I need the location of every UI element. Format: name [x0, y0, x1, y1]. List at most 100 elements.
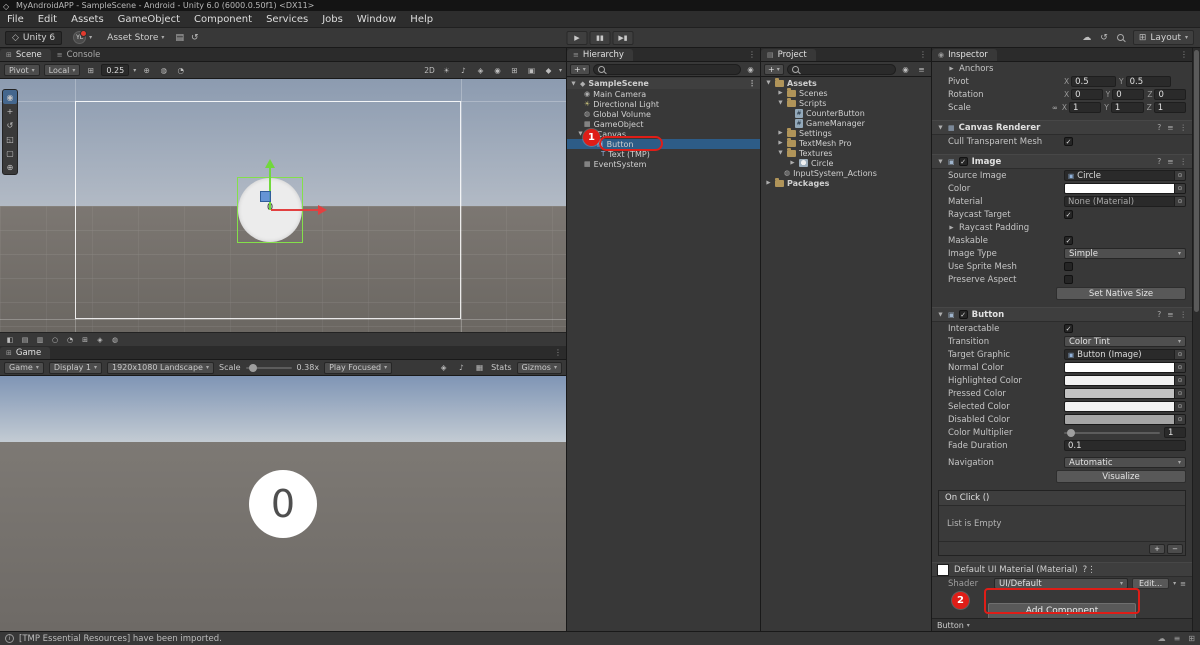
material-field[interactable]: None (Material) ⊙ — [1064, 196, 1186, 207]
normal-color-field[interactable]: ⊙ — [1064, 362, 1186, 373]
game-mode-dropdown[interactable]: Game▾ — [4, 362, 44, 374]
highlighted-color-field[interactable]: ⊙ — [1064, 375, 1186, 386]
stats-toggle[interactable]: Stats — [491, 363, 511, 372]
object-picker-icon[interactable]: ⊙ — [1174, 350, 1185, 359]
project-item-textmesh-pro[interactable]: ▶ TextMesh Pro — [761, 138, 931, 148]
mute-audio-icon[interactable]: ♪ — [455, 362, 468, 374]
expand-arrow[interactable]: ▶ — [777, 140, 784, 146]
fade-duration-field[interactable]: 0.1 — [1064, 440, 1186, 451]
hierarchy-pick-icon[interactable]: ◉ — [744, 63, 757, 75]
effects-dropdown[interactable]: ◈ — [474, 64, 487, 76]
eyedropper-icon[interactable]: ⊙ — [1174, 184, 1185, 193]
remove-listener-button[interactable]: − — [1167, 544, 1183, 554]
canvas-renderer-header[interactable]: ▼ ▦ Canvas Renderer ?≡⋮ — [932, 120, 1192, 135]
project-item-settings[interactable]: ▶ Settings — [761, 128, 931, 138]
create-object-button[interactable]: +▾ — [570, 64, 590, 75]
eyedropper-icon[interactable]: ⊙ — [1174, 402, 1185, 411]
rotation-y-field[interactable]: 0 — [1112, 89, 1144, 100]
image-component-header[interactable]: ▼ ▣ ✓ Image ?≡⋮ — [932, 154, 1192, 169]
eyedropper-icon[interactable]: ⊙ — [1174, 363, 1185, 372]
component-menu-icon[interactable]: ⋮ — [1180, 157, 1188, 166]
hierarchy-item-gameobject[interactable]: ▦ GameObject — [567, 119, 760, 129]
asset-bundle-dropdown[interactable]: Button — [937, 621, 964, 630]
component-menu-icon[interactable]: ⋮ — [1087, 565, 1096, 575]
eyedropper-icon[interactable]: ⊙ — [1174, 415, 1185, 424]
layout-dropdown[interactable]: ⊞ Layout ▾ — [1133, 30, 1194, 45]
scene-viewport[interactable]: 0 ◉ + ↺ ◱ ▢ ⊕ ◧ ▤ ▥ ○ ◔ ⊞ ◈ ◍ — [0, 79, 566, 346]
play-button[interactable]: ▶ — [567, 31, 588, 45]
hierarchy-item-text-tmp[interactable]: T Text (TMP) — [567, 149, 760, 159]
rotation-x-field[interactable]: 0 — [1071, 89, 1103, 100]
account-button[interactable]: YL ▾ — [69, 31, 96, 45]
tab-game[interactable]: ⊞ Game — [0, 347, 50, 359]
game-button-circle[interactable]: 0 — [249, 470, 317, 538]
navigation-dropdown[interactable]: Automatic▾ — [1064, 457, 1186, 468]
expand-arrow[interactable]: ▼ — [777, 150, 784, 156]
tab-inspector[interactable]: ◉ Inspector — [932, 49, 997, 61]
expand-arrow[interactable]: ▼ — [570, 81, 577, 87]
slider-knob[interactable] — [1067, 429, 1075, 437]
chevron-down-icon[interactable]: ▾ — [1173, 580, 1176, 587]
object-picker-icon[interactable]: ⊙ — [1174, 197, 1185, 206]
scale-slider-knob[interactable] — [249, 364, 257, 372]
add-listener-button[interactable]: + — [1149, 544, 1165, 554]
project-item-scenes[interactable]: ▶ Scenes — [761, 88, 931, 98]
selected-color-field[interactable]: ⊙ — [1064, 401, 1186, 412]
target-graphic-field[interactable]: ▣ Button (Image) ⊙ — [1064, 349, 1186, 360]
help-icon[interactable]: ? — [1157, 157, 1161, 166]
inspector-scrollbar[interactable] — [1192, 48, 1200, 631]
anchors-row[interactable]: ▶ Anchors — [932, 62, 1192, 75]
scale-z-field[interactable]: 1 — [1154, 102, 1186, 113]
lighting-toggle[interactable]: ☀ — [440, 64, 453, 76]
snap-scale-icon[interactable]: ◔ — [174, 64, 187, 76]
project-item-assets[interactable]: ▼ Assets — [761, 78, 931, 88]
gizmos-dropdown-game[interactable]: Gizmos▾ — [517, 362, 563, 374]
interactable-checkbox[interactable]: ✓ — [1064, 324, 1073, 333]
pivot-x-field[interactable]: 0.5 — [1071, 76, 1116, 87]
raycast-padding-row[interactable]: ▶ Raycast Padding — [932, 221, 1192, 234]
help-icon[interactable]: ? — [1157, 123, 1161, 132]
project-menu-icon[interactable]: ⋮ — [919, 50, 927, 59]
visibility-toggle[interactable]: ◉ — [491, 64, 504, 76]
use-sprite-mesh-checkbox[interactable] — [1064, 262, 1073, 271]
scale-slider[interactable] — [246, 367, 292, 369]
snap-rotate-icon[interactable]: ◍ — [157, 64, 170, 76]
project-item-packages[interactable]: ▶ Packages — [761, 178, 931, 188]
preserve-aspect-checkbox[interactable] — [1064, 275, 1073, 284]
hierarchy-item-directional-light[interactable]: ☀ Directional Light — [567, 99, 760, 109]
project-item-inputsystem-actions[interactable]: ◍ InputSystem_Actions — [761, 168, 931, 178]
image-type-dropdown[interactable]: Simple▾ — [1064, 248, 1186, 259]
grid-snap-icon[interactable]: ⊞ — [84, 64, 97, 76]
expand-arrow[interactable]: ▶ — [789, 160, 796, 166]
project-hidden-icon[interactable]: ◉ — [899, 63, 912, 75]
transform-tool-button[interactable]: ⊕ — [3, 160, 17, 174]
menu-component[interactable]: Component — [187, 14, 259, 25]
help-icon[interactable]: ? — [1157, 310, 1161, 319]
color-field[interactable]: ⊙ — [1064, 183, 1186, 194]
menu-help[interactable]: Help — [403, 14, 440, 25]
rect-tool-button[interactable]: ▢ — [3, 146, 17, 160]
hierarchy-menu-icon[interactable]: ⋮ — [748, 50, 756, 59]
drawmode-sphere-icon[interactable]: ○ — [49, 334, 61, 345]
presets-icon[interactable]: ≡ — [1167, 157, 1173, 166]
drawmode-mip-icon[interactable]: ◔ — [64, 334, 76, 345]
inspector-menu-icon[interactable]: ⋮ — [1180, 50, 1188, 59]
expand-arrow[interactable]: ▼ — [777, 100, 784, 106]
project-search-input[interactable] — [787, 64, 896, 75]
expand-arrow[interactable]: ▼ — [937, 312, 944, 318]
camera-settings-icon[interactable]: ▣ — [525, 64, 538, 76]
project-item-circle[interactable]: ▶ Circle — [761, 158, 931, 168]
menu-services[interactable]: Services — [259, 14, 315, 25]
component-menu-icon[interactable]: ⋮ — [1180, 123, 1188, 132]
move-tool-button[interactable]: + — [3, 104, 17, 118]
presets-icon[interactable]: ≡ — [1167, 123, 1173, 132]
create-asset-button[interactable]: +▾ — [764, 64, 784, 75]
source-image-field[interactable]: ▣ Circle ⊙ — [1064, 170, 1186, 181]
audio-toggle[interactable]: ♪ — [457, 64, 470, 76]
disabled-color-field[interactable]: ⊙ — [1064, 414, 1186, 425]
history-icon[interactable]: ↺ — [1100, 33, 1108, 43]
expand-arrow[interactable]: ▶ — [777, 90, 784, 96]
tab-scene[interactable]: ⊞ Scene — [0, 49, 51, 61]
hierarchy-item-main-camera[interactable]: ◉ Main Camera — [567, 89, 760, 99]
pivot-mode-dropdown[interactable]: Pivot▾ — [4, 64, 40, 76]
